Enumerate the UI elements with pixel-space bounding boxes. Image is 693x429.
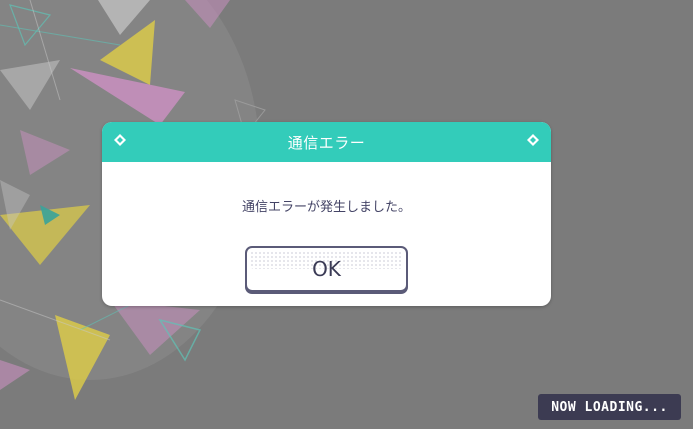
- error-dialog: 通信エラー 通信エラーが発生しました。 OK: [102, 122, 551, 306]
- diamond-icon: [527, 134, 539, 146]
- diamond-icon: [114, 134, 126, 146]
- ok-button-label: OK: [312, 257, 341, 281]
- dialog-title: 通信エラー: [287, 133, 366, 152]
- loading-label: NOW LOADING...: [551, 399, 668, 415]
- dialog-message: 通信エラーが発生しました。: [241, 200, 411, 215]
- now-loading-badge: NOW LOADING...: [538, 394, 681, 420]
- ok-button[interactable]: OK: [245, 246, 408, 292]
- dialog-header: 通信エラー: [102, 122, 551, 162]
